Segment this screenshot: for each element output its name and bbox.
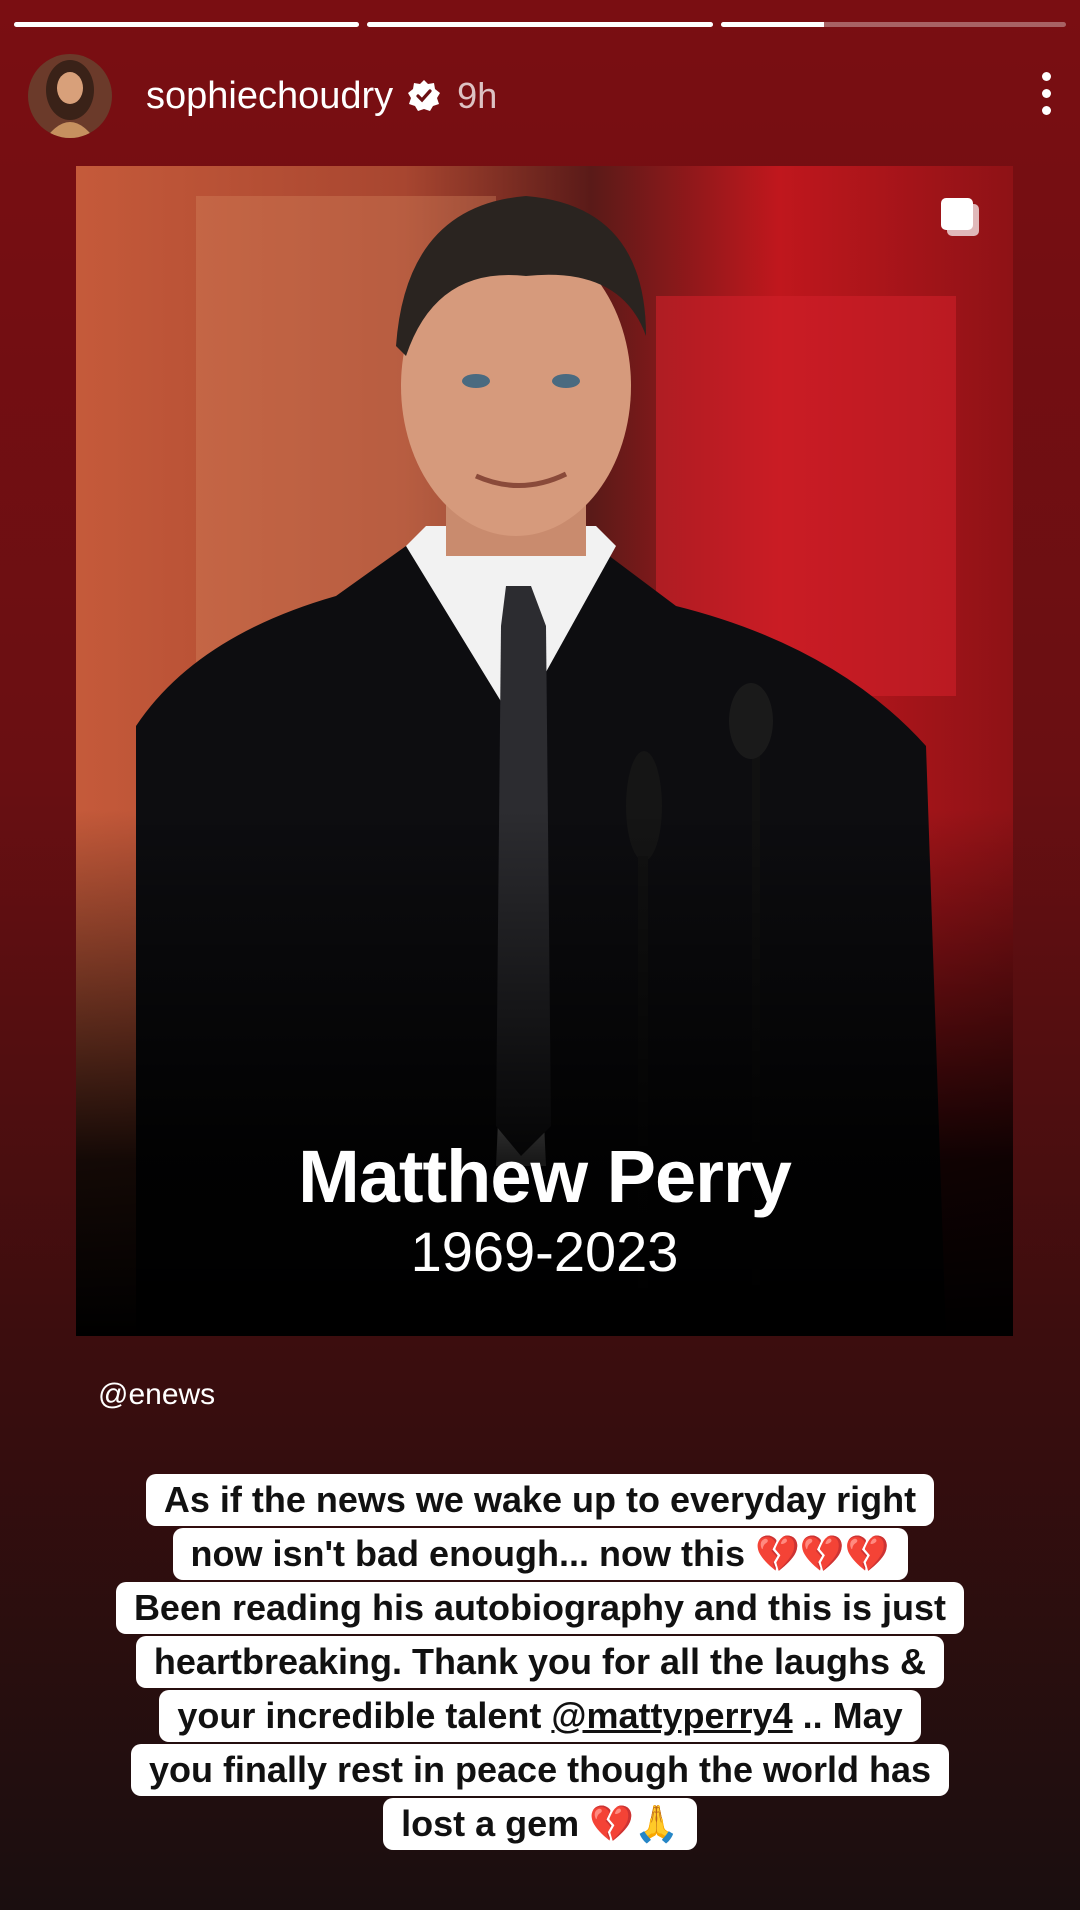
story-progress [14,22,1066,28]
post-years: 1969-2023 [410,1220,679,1283]
sticker-line-1: As if the news we wake up to everyday ri… [145,1474,935,1526]
sticker-line-7: lost a gem 💔🙏 [383,1798,697,1850]
sticker-line-2: now isn't bad enough... now this 💔💔💔 [172,1528,908,1580]
sticker-line-6: you finally rest in peace though the wor… [130,1744,950,1796]
sticker-line-5: your incredible talent @mattyperry4 .. M… [159,1690,921,1742]
more-options-icon[interactable] [1040,72,1052,116]
username[interactable]: sophiechoudry [146,75,393,118]
sticker-line-3: Been reading his autobiography and this … [115,1582,965,1634]
progress-segment-2 [367,22,713,27]
shared-post-image[interactable]: Matthew Perry 1969-2023 [76,166,1013,1336]
post-time: 9h [457,75,498,116]
sticker-line-4: heartbreaking. Thank you for all the lau… [135,1636,945,1688]
post-name: Matthew Perry [298,1135,792,1218]
sticker-line-5-tail: .. May [802,1695,903,1736]
source-mention[interactable]: @enews [98,1378,215,1412]
progress-segment-1 [14,22,360,27]
avatar[interactable] [28,54,112,138]
mention-link[interactable]: @mattyperry4 [551,1695,792,1736]
story-header: sophiechoudry 9h [28,52,1052,140]
carousel-icon [941,198,979,236]
text-sticker: As if the news we wake up to everyday ri… [40,1474,1040,1852]
verified-badge-icon [408,80,441,111]
sticker-line-5-text: your incredible talent [177,1695,542,1736]
progress-segment-3 [720,22,1066,27]
